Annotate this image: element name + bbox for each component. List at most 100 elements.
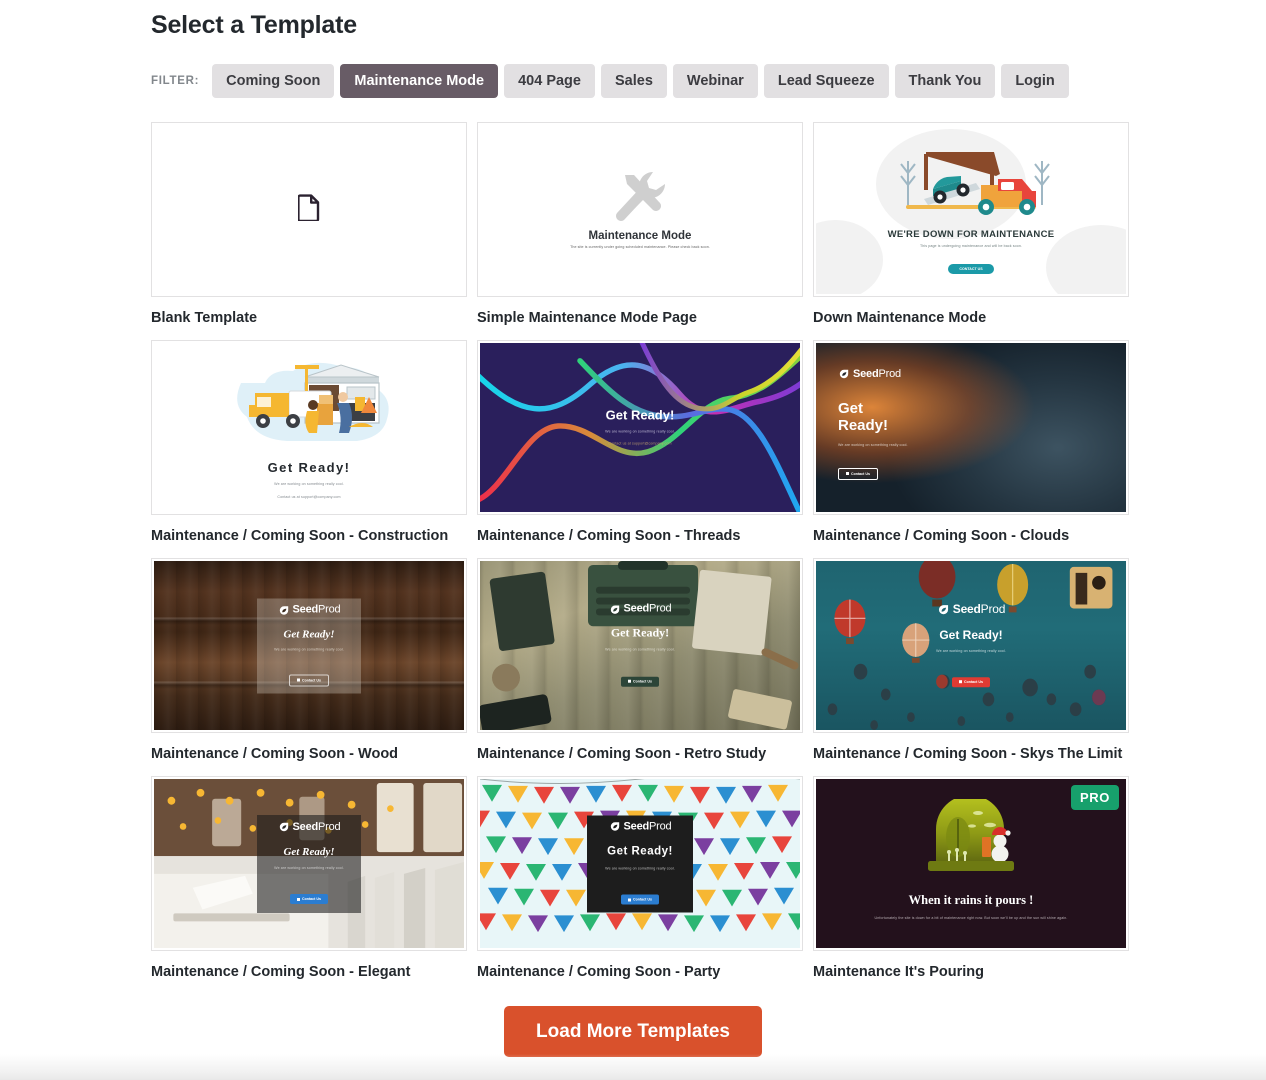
template-thumbnail-simple-maintenance[interactable]: Maintenance Mode The site is currently u… (477, 122, 803, 297)
footer: Load More Templates (0, 1006, 1266, 1057)
template-title: Maintenance / Coming Soon - Retro Study (477, 746, 767, 762)
thumb-heading: Maintenance Mode (588, 229, 692, 242)
thumb-subtext: We are working on something really cool. (605, 429, 675, 434)
seedprod-logo: SeedProd (838, 368, 901, 380)
load-more-templates-button[interactable]: Load More Templates (504, 1006, 762, 1057)
thumb-heading: WE'RE DOWN FOR MAINTENANCE (887, 229, 1055, 240)
filter-bar: FILTER: Coming Soon Maintenance Mode 404… (151, 64, 1117, 98)
filter-button-lead-squeeze[interactable]: Lead Squeeze (763, 64, 889, 98)
thumb-contact-button[interactable]: CONTACT US (948, 264, 994, 275)
template-card[interactable]: WE'RE DOWN FOR MAINTENANCE This page is … (813, 122, 1129, 329)
seedprod-leaf-icon (279, 823, 288, 832)
template-title: Maintenance / Coming Soon - Threads (477, 528, 741, 544)
template-card[interactable]: SeedProd Get Ready! We are working on so… (477, 776, 803, 983)
template-thumbnail-construction[interactable]: Get Ready! We are working on something r… (151, 340, 467, 515)
rain-dome-illustration-icon (918, 795, 1024, 882)
filter-button-thank-you[interactable]: Thank You (894, 64, 996, 98)
template-title: Maintenance / Coming Soon - Wood (151, 746, 399, 762)
thumb-contact-line: Contact us at support@company.com (277, 495, 341, 500)
thumb-subtext: We are working on something really cool. (838, 443, 908, 447)
content-area: Select a Template FILTER: Coming Soon Ma… (151, 0, 1129, 994)
thumb-heading: Get Ready! (605, 406, 675, 422)
seedprod-logo: SeedProd (609, 603, 672, 615)
filter-label: FILTER: (151, 75, 200, 87)
template-thumbnail-retro-study[interactable]: SeedProd Get Ready! We are working on so… (477, 558, 803, 733)
thumb-subtext: We are working on something really cool. (936, 648, 1006, 653)
filter-button-sales[interactable]: Sales (600, 64, 667, 98)
filter-button-404-page[interactable]: 404 Page (504, 64, 595, 98)
thumb-heading: Get Ready! (607, 845, 673, 858)
template-thumbnail-down-maintenance[interactable]: WE'RE DOWN FOR MAINTENANCE This page is … (813, 122, 1129, 297)
thumb-heading: Get Ready! (610, 625, 670, 640)
template-card[interactable]: Maintenance Mode The site is currently u… (477, 122, 803, 329)
template-title: Simple Maintenance Mode Page (477, 310, 697, 326)
thumb-heading: Get Ready! (267, 460, 351, 475)
thumb-contact-button[interactable]: Contact Us (952, 676, 990, 687)
template-title: Blank Template (151, 310, 258, 326)
template-title: Down Maintenance Mode (813, 310, 987, 326)
filter-button-maintenance-mode[interactable]: Maintenance Mode (340, 64, 499, 98)
template-card[interactable]: SeedProd Get Ready! We are working on so… (477, 558, 803, 765)
thumb-subtext: The site is currently under going schedu… (570, 244, 710, 249)
thumb-heading: Get Ready! (283, 846, 335, 859)
seedprod-leaf-icon (610, 822, 619, 832)
seedprod-logo: SeedProd (278, 604, 341, 616)
template-thumbnail-clouds[interactable]: SeedProd Get Ready! We are working on so… (813, 340, 1129, 515)
seedprod-leaf-icon (839, 369, 849, 379)
seedprod-leaf-icon (279, 606, 288, 615)
seedprod-logo: SeedProd (278, 821, 341, 833)
template-grid: Blank Template Maintenance Mode The site… (151, 122, 1129, 994)
seedprod-leaf-icon (938, 604, 948, 614)
thumb-heading: Get Ready! (838, 400, 889, 434)
template-thumbnail-its-pouring[interactable]: PRO When it rains it pours ! Unfortunate… (813, 776, 1129, 951)
template-card[interactable]: SeedProd Get Ready! We are working on so… (813, 558, 1129, 765)
template-thumbnail-blank[interactable] (151, 122, 467, 297)
thumb-heading: Get Ready! (283, 628, 335, 641)
template-thumbnail-skys-the-limit[interactable]: SeedProd Get Ready! We are working on so… (813, 558, 1129, 733)
thumb-subtext: We are working on something really cool. (605, 647, 675, 652)
document-icon (297, 193, 320, 226)
template-thumbnail-elegant[interactable]: SeedProd Get Ready! We are working on so… (151, 776, 467, 951)
template-card[interactable]: Blank Template (151, 122, 467, 329)
template-thumbnail-party[interactable]: SeedProd Get Ready! We are working on so… (477, 776, 803, 951)
template-title: Maintenance / Coming Soon - Party (477, 964, 721, 980)
thumb-contact-button[interactable]: Contact Us (289, 674, 329, 687)
page-title: Select a Template (151, 11, 357, 39)
template-card[interactable]: SeedProd Get Ready! We are working on so… (813, 340, 1129, 547)
thumb-heading: When it rains it pours ! (908, 893, 1034, 908)
template-card[interactable]: PRO When it rains it pours ! Unfortunate… (813, 776, 1129, 983)
thumb-subtext: We are working on something really cool. (274, 866, 344, 871)
template-card[interactable]: Get Ready! We are working on something r… (151, 340, 467, 547)
select-template-page: Select a Template FILTER: Coming Soon Ma… (0, 0, 1266, 1080)
thumb-subtext: We are working on something really cool. (274, 482, 344, 486)
filter-button-coming-soon[interactable]: Coming Soon (212, 64, 335, 98)
pro-badge: PRO (1071, 785, 1119, 810)
template-title: Maintenance / Coming Soon - Skys The Lim… (813, 746, 1123, 762)
seedprod-logo: SeedProd (609, 821, 672, 833)
thumb-subtext: Unfortunately the site is down for a bit… (874, 916, 1068, 921)
thumb-contact-button[interactable]: Contact Us (290, 894, 328, 905)
template-card[interactable]: SeedProd Get Ready! We are working on so… (151, 558, 467, 765)
bottom-gradient-divider (0, 1054, 1266, 1080)
wrench-screwdriver-icon (612, 169, 668, 226)
construction-site-icon (219, 353, 399, 453)
thumb-subtext: We are working on something really cool. (605, 866, 675, 871)
thumb-contact-button[interactable]: Contact Us (621, 894, 659, 905)
thumb-contact-button[interactable]: Contact Us (621, 676, 659, 687)
thumb-contact-button[interactable]: Contact Us (838, 467, 878, 480)
template-title: Maintenance / Coming Soon - Elegant (151, 964, 411, 980)
template-thumbnail-threads[interactable]: Get Ready! We are working on something r… (477, 340, 803, 515)
filter-button-webinar[interactable]: Webinar (672, 64, 758, 98)
template-title: Maintenance / Coming Soon - Clouds (813, 528, 1070, 544)
thumb-contact-line: Contact us at support@company.com (608, 441, 672, 446)
template-card[interactable]: SeedProd Get Ready! We are working on so… (151, 776, 467, 983)
filter-button-login[interactable]: Login (1001, 64, 1069, 98)
tow-truck-icon (886, 139, 1056, 229)
seedprod-leaf-icon (610, 605, 619, 614)
brand-name-light: Prod (878, 367, 902, 380)
template-title: Maintenance / Coming Soon - Construction (151, 528, 449, 544)
seedprod-logo: SeedProd (937, 603, 1005, 616)
template-card[interactable]: Get Ready! We are working on something r… (477, 340, 803, 547)
brand-name-bold: Seed (853, 367, 879, 380)
template-thumbnail-wood[interactable]: SeedProd Get Ready! We are working on so… (151, 558, 467, 733)
